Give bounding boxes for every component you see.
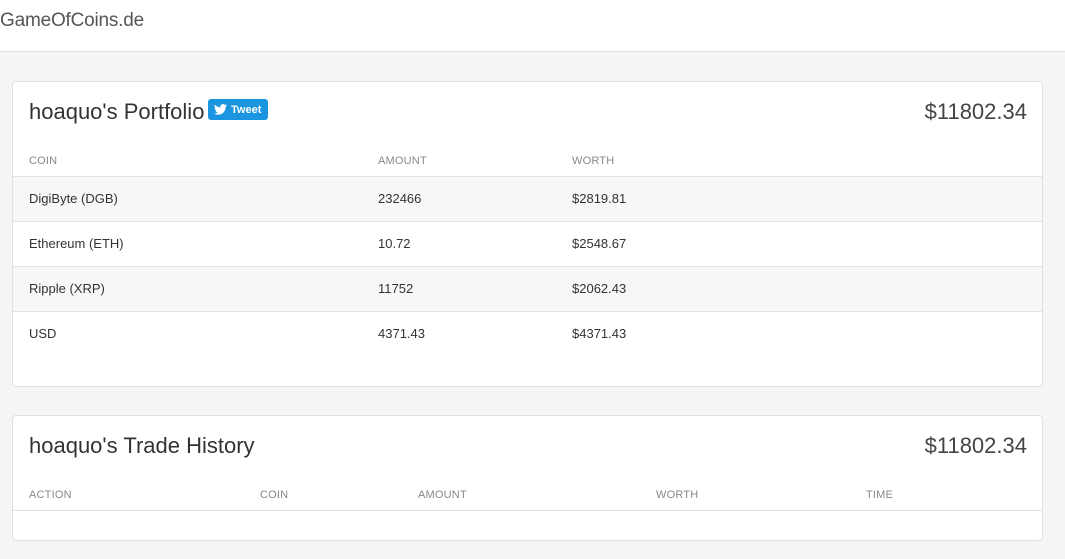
worth-cell: $2062.43	[572, 281, 627, 296]
col-header-coin: COIN	[260, 489, 289, 501]
tweet-button-label: Tweet	[231, 103, 262, 116]
worth-cell: $4371.43	[572, 326, 627, 341]
portfolio-card: hoaquo's Portfolio Tweet $11802.34 COIN …	[12, 81, 1043, 387]
col-header-worth: WORTH	[656, 489, 699, 501]
table-divider	[13, 510, 1042, 511]
amount-cell: 4371.43	[378, 326, 425, 341]
portfolio-title: hoaquo's Portfolio	[29, 99, 205, 124]
table-row: DigiByte (DGB) 232466 $2819.81	[13, 177, 1042, 222]
portfolio-table-body: DigiByte (DGB) 232466 $2819.81 Ethereum …	[13, 176, 1042, 357]
portfolio-total: $11802.34	[924, 99, 1027, 124]
table-row: Ripple (XRP) 11752 $2062.43	[13, 267, 1042, 312]
tweet-button[interactable]: Tweet	[208, 99, 269, 120]
amount-cell: 232466	[378, 191, 422, 206]
col-header-amount: AMOUNT	[378, 155, 427, 167]
coin-cell: Ethereum (ETH)	[29, 236, 124, 251]
trade-history-card: hoaquo's Trade History $11802.34 ACTION …	[12, 415, 1043, 541]
table-row: Ethereum (ETH) 10.72 $2548.67	[13, 222, 1042, 267]
col-header-action: ACTION	[29, 489, 72, 501]
trade-history-title: hoaquo's Trade History	[29, 433, 255, 458]
coin-cell: DigiByte (DGB)	[29, 191, 118, 206]
worth-cell: $2548.67	[572, 236, 627, 251]
coin-cell: Ripple (XRP)	[29, 281, 105, 296]
amount-cell: 11752	[378, 281, 414, 296]
top-navbar: GameOfCoins.de	[0, 0, 1065, 52]
twitter-bird-icon	[214, 104, 227, 115]
trade-history-total: $11802.34	[924, 433, 1027, 458]
amount-cell: 10.72	[378, 236, 411, 251]
col-header-time: TIME	[866, 489, 894, 501]
coin-cell: USD	[29, 326, 57, 341]
table-row: USD 4371.43 $4371.43	[13, 312, 1042, 357]
col-header-coin: COIN	[29, 155, 58, 167]
col-header-worth: WORTH	[572, 155, 615, 167]
brand-link[interactable]: GameOfCoins.de	[0, 10, 144, 32]
worth-cell: $2819.81	[572, 191, 627, 206]
col-header-amount: AMOUNT	[418, 489, 467, 501]
